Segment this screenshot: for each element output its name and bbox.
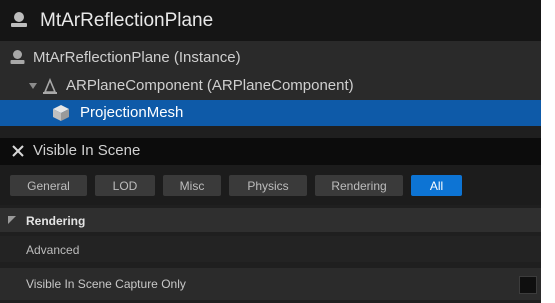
subcategory-label: Advanced: [26, 243, 80, 257]
property-label: Visible In Scene Capture Only: [26, 277, 186, 291]
filter-bar: General LOD Misc Physics Rendering All: [0, 165, 541, 205]
actor-icon: [10, 50, 25, 64]
tree-item-projectionmesh[interactable]: ProjectionMesh: [0, 100, 541, 126]
filter-tab-misc[interactable]: Misc: [163, 175, 221, 196]
component-tree: MtArReflectionPlane (Instance) ARPlaneCo…: [0, 41, 541, 126]
subcategory-advanced[interactable]: Advanced: [0, 236, 541, 262]
actor-title-bar: MtArReflectionPlane: [0, 0, 541, 41]
filter-tab-physics[interactable]: Physics: [229, 175, 307, 196]
search-input[interactable]: Visible In Scene: [33, 142, 140, 159]
visible-in-scene-capture-only-checkbox[interactable]: [519, 276, 537, 294]
tree-item-arplanecomponent[interactable]: ARPlaneComponent (ARPlaneComponent): [0, 73, 541, 100]
tree-item-instance[interactable]: MtArReflectionPlane (Instance): [0, 45, 541, 72]
collapse-arrow-icon[interactable]: [8, 216, 16, 224]
filter-tab-all[interactable]: All: [411, 175, 462, 196]
category-label: Rendering: [26, 214, 86, 228]
expand-arrow-icon[interactable]: [28, 81, 38, 91]
actor-icon: [11, 12, 27, 27]
close-icon[interactable]: [11, 144, 25, 158]
filter-tab-rendering[interactable]: Rendering: [315, 175, 403, 196]
property-row-visible-in-scene-capture-only: Visible In Scene Capture Only: [0, 268, 541, 300]
tree-item-label: ARPlaneComponent (ARPlaneComponent): [66, 77, 354, 94]
details-panel: MtArReflectionPlane MtArReflectionPlane …: [0, 0, 541, 303]
mesh-icon: [53, 105, 69, 121]
filter-tab-lod[interactable]: LOD: [95, 175, 155, 196]
actor-title: MtArReflectionPlane: [40, 10, 214, 31]
component-icon: [43, 78, 57, 94]
category-rendering[interactable]: Rendering: [0, 208, 541, 232]
tree-item-label: ProjectionMesh: [80, 104, 184, 121]
search-field[interactable]: Visible In Scene: [0, 138, 541, 165]
tree-item-label: MtArReflectionPlane (Instance): [33, 49, 241, 66]
filter-tab-general[interactable]: General: [10, 175, 87, 196]
